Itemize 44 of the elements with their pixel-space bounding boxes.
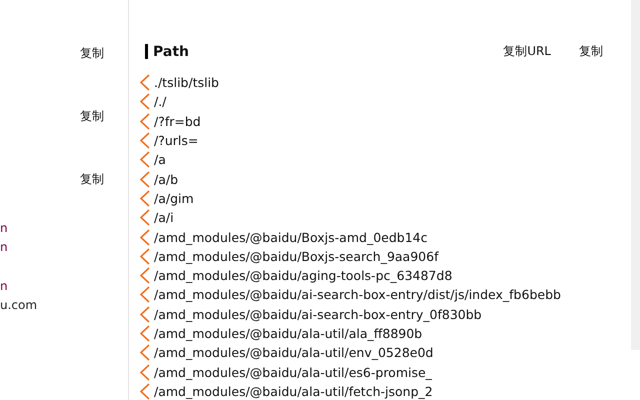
chevron-left-icon: [139, 170, 150, 188]
path-text: /a: [154, 152, 166, 168]
path-text: /amd_modules/@baidu/ai-search-box-entry_0f830bb: [154, 306, 482, 322]
chevron-left-icon: [139, 325, 150, 342]
chevron-left-icon: [139, 286, 150, 304]
chevron-left-icon: [139, 132, 150, 150]
chevron-left-icon: [139, 248, 150, 265]
path-text: /amd_modules/@baidu/ala-util/ala_ff8890b: [154, 326, 422, 341]
path-text: /a/b: [154, 172, 178, 187]
chevron-left-icon: [139, 267, 150, 284]
truncated-text: n: [0, 220, 8, 237]
truncated-text: n: [0, 278, 8, 295]
chevron-left-icon: [139, 151, 150, 168]
chevron-left-icon: [139, 228, 150, 246]
path-text: /amd_modules/@baidu/aging-tools-pc_63487d8: [154, 268, 452, 284]
copy-button[interactable]: 复制: [80, 107, 104, 126]
path-text: /amd_modules/@baidu/ala-util/env_0528e0d: [154, 345, 434, 360]
chevron-left-icon: [139, 112, 150, 130]
path-text: /?fr=bd: [154, 114, 201, 129]
path-text: /amd_modules/@baidu/Boxjs-search_9aa906f: [154, 248, 438, 264]
chevron-left-icon: [139, 93, 150, 110]
path-text: /?urls=: [154, 133, 198, 148]
path-text: /amd_modules/@baidu/ala-util/fetch-jsonp_2: [154, 384, 433, 399]
section-title: Path: [145, 44, 189, 60]
chevron-left-icon: [139, 382, 150, 400]
chevron-left-icon: [139, 190, 150, 207]
truncated-text: u.com: [0, 297, 38, 314]
path-text: /./: [154, 94, 166, 110]
truncated-text: n: [0, 239, 8, 256]
chevron-left-icon: [139, 306, 150, 323]
path-text: /a/i: [154, 210, 174, 226]
copy-button[interactable]: 复制: [80, 44, 104, 63]
chevron-left-icon: [139, 364, 150, 381]
path-text: /amd_modules/@baidu/Boxjs-amd_0edb14c: [154, 230, 428, 245]
path-text: /a/gim: [154, 190, 194, 206]
path-text: /amd_modules/@baidu/ai-search-box-entry/dist/js/index_fb6bebb: [154, 287, 561, 302]
chevron-left-icon: [139, 209, 150, 226]
path-text: /amd_modules/@baidu/ala-util/es6-promise_: [154, 364, 432, 380]
copy-button[interactable]: 复制URL: [503, 42, 551, 61]
copy-button[interactable]: 复制: [80, 170, 104, 189]
chevron-left-icon: [139, 74, 150, 92]
path-text: ./tslib/tslib: [154, 75, 219, 90]
chevron-left-icon: [139, 344, 150, 362]
copy-button[interactable]: 复制: [579, 42, 603, 61]
